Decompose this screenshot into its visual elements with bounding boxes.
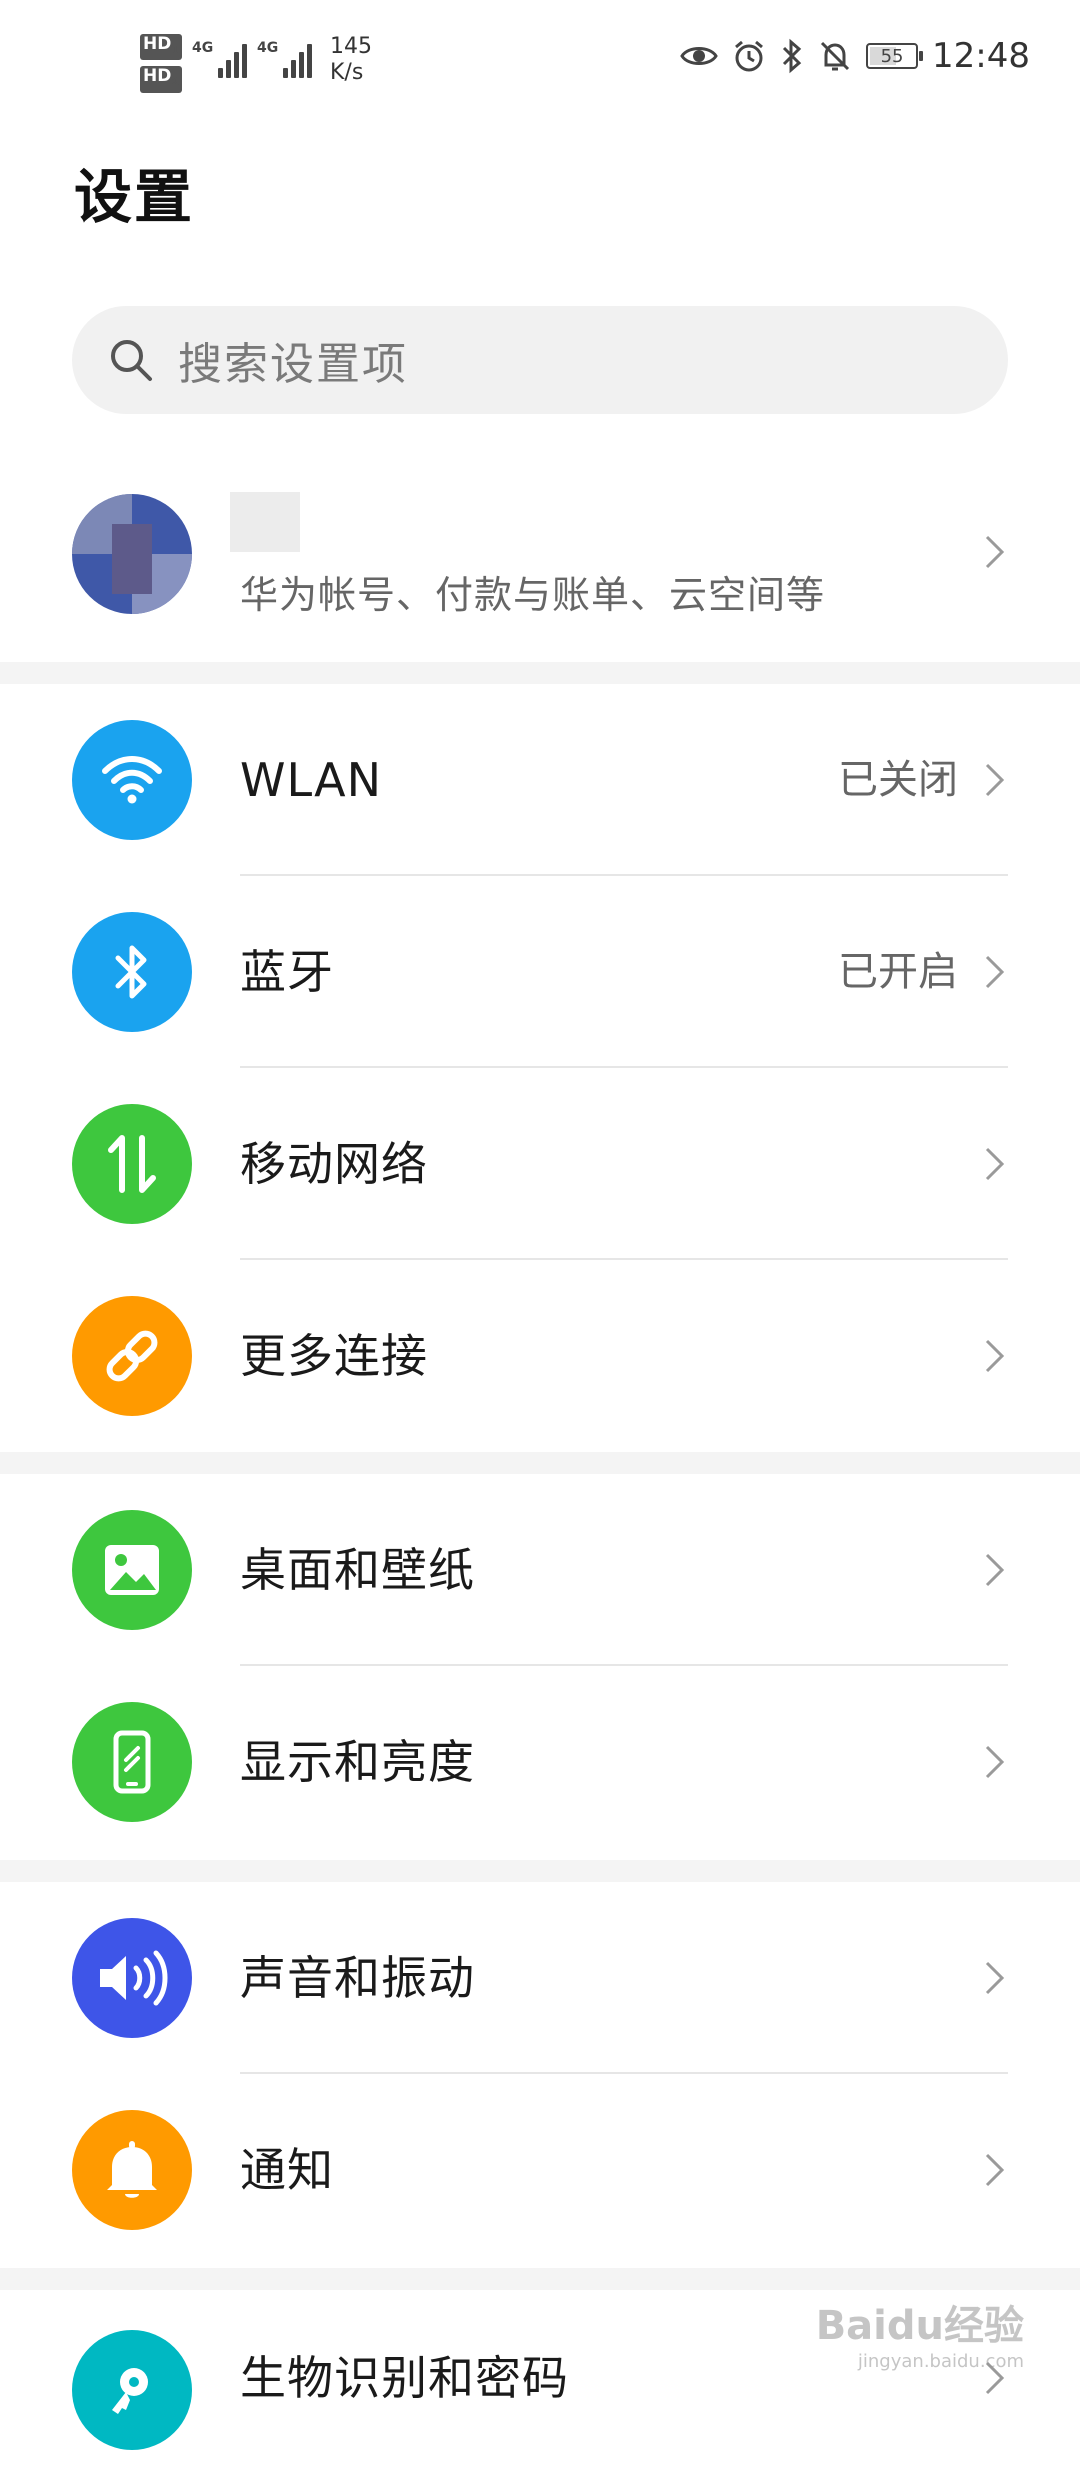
settings-item-label: 桌面和壁纸 xyxy=(240,1543,475,1597)
settings-item-label: 显示和亮度 xyxy=(240,1735,475,1789)
chevron-right-icon xyxy=(984,2152,1006,2188)
status-bar: HD1 HD2 4G 4G 145 K/s 55 12:48 xyxy=(0,0,1080,130)
chevron-right-icon xyxy=(984,534,1006,570)
settings-item-home-wallpaper[interactable]: 桌面和壁纸 xyxy=(0,1474,1080,1666)
chevron-right-icon xyxy=(984,1146,1006,1182)
alarm-icon xyxy=(735,40,763,72)
hd1-badge: HD1 xyxy=(140,34,182,61)
mobile-data-icon xyxy=(72,1104,192,1224)
signal-sim1-icon: 4G xyxy=(192,34,247,78)
settings-item-value: 已关闭 xyxy=(838,757,958,803)
baidu-watermark: Baidu经验 jingyan.baidu.com xyxy=(815,2303,1024,2372)
chevron-right-icon xyxy=(984,954,1006,990)
search-icon xyxy=(111,340,152,381)
hd-indicators: HD1 HD2 xyxy=(140,34,182,93)
group-divider xyxy=(0,662,1080,684)
chevron-right-icon xyxy=(984,762,1006,798)
search-placeholder: 搜索设置项 xyxy=(178,339,408,390)
chevron-right-icon xyxy=(984,1552,1006,1588)
settings-item-label: 更多连接 xyxy=(240,1329,428,1383)
chevron-right-icon xyxy=(984,1744,1006,1780)
network-speed: 145 K/s xyxy=(330,34,372,85)
avatar xyxy=(72,494,192,614)
account-name-blurred xyxy=(230,492,300,552)
eye-icon xyxy=(680,47,718,65)
chevron-right-icon xyxy=(984,1960,1006,1996)
group-divider xyxy=(0,2268,1080,2290)
settings-item-label: 通知 xyxy=(240,2143,334,2197)
settings-item-notifications[interactable]: 通知 xyxy=(0,2074,1080,2266)
settings-item-label: 移动网络 xyxy=(240,1137,428,1191)
settings-item-wlan[interactable]: WLAN 已关闭 xyxy=(0,684,1080,876)
group-divider xyxy=(0,1452,1080,1474)
hd2-badge: HD2 xyxy=(140,66,182,93)
account-subtitle: 华为帐号、付款与账单、云空间等 xyxy=(240,573,826,617)
settings-item-more-connections[interactable]: 更多连接 xyxy=(0,1260,1080,1452)
signal-sim2-icon: 4G xyxy=(257,34,312,78)
page-title: 设置 xyxy=(74,163,195,231)
wallpaper-icon xyxy=(72,1510,192,1630)
settings-item-label: 蓝牙 xyxy=(240,945,334,999)
notification-bell-icon xyxy=(72,2110,192,2230)
key-icon xyxy=(72,2330,192,2450)
wifi-icon xyxy=(72,720,192,840)
bluetooth-status-icon xyxy=(782,38,802,74)
link-icon xyxy=(72,1296,192,1416)
search-bar[interactable]: 搜索设置项 xyxy=(72,306,1008,414)
account-row[interactable]: 华为帐号、付款与账单、云空间等 xyxy=(0,480,1080,660)
sound-icon xyxy=(72,1918,192,2038)
chevron-right-icon xyxy=(984,1338,1006,1374)
settings-item-mobile-network[interactable]: 移动网络 xyxy=(0,1068,1080,1260)
settings-item-sound-vibration[interactable]: 声音和振动 xyxy=(0,1882,1080,2074)
settings-item-display-brightness[interactable]: 显示和亮度 xyxy=(0,1666,1080,1858)
battery-icon: 55 xyxy=(866,43,924,69)
group-divider xyxy=(0,1860,1080,1882)
settings-item-value: 已开启 xyxy=(838,949,958,995)
settings-item-label: 生物识别和密码 xyxy=(240,2351,569,2405)
mute-bell-icon xyxy=(820,41,850,71)
settings-item-label: WLAN xyxy=(240,753,383,807)
status-time: 12:48 xyxy=(932,36,1030,76)
bluetooth-icon xyxy=(72,912,192,1032)
settings-item-label: 声音和振动 xyxy=(240,1951,475,2005)
settings-item-bluetooth[interactable]: 蓝牙 已开启 xyxy=(0,876,1080,1068)
status-bar-right: 55 12:48 xyxy=(680,36,1030,76)
status-bar-left: HD1 HD2 4G 4G 145 K/s xyxy=(140,34,372,93)
display-icon xyxy=(72,1702,192,1822)
